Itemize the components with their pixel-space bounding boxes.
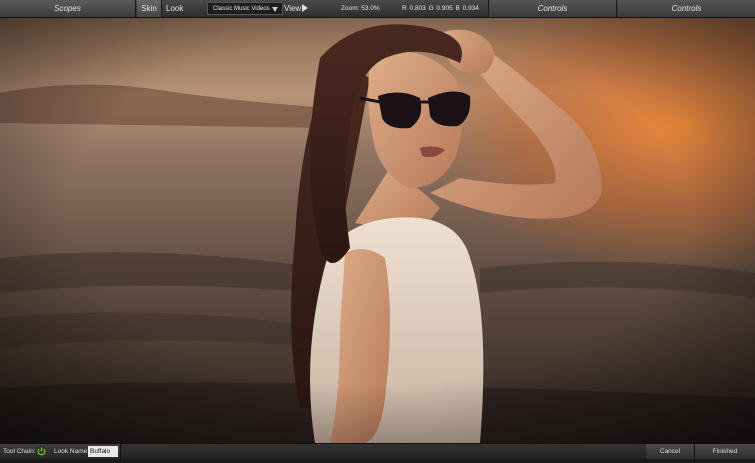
cancel-button[interactable]: Cancel: [646, 444, 695, 459]
look-name-input[interactable]: Buffalo: [88, 446, 118, 457]
zoom-readout: Zoom: 53.0%: [341, 5, 380, 12]
scopes-tab[interactable]: Scopes: [0, 0, 136, 17]
dropdown-arrow-icon: [272, 7, 278, 12]
look-name-label: Look Name:: [54, 448, 90, 455]
bottom-toolbar: Tool Chain: Look Name: Buffalo Cancel Fi…: [0, 443, 755, 459]
tool-chain-label: Tool Chain:: [3, 448, 36, 455]
image-viewer[interactable]: [0, 18, 755, 443]
play-icon: [302, 4, 308, 12]
controls-tab-right[interactable]: Controls: [618, 0, 755, 17]
view-play-button[interactable]: [299, 0, 311, 17]
top-toolbar: Scopes Skin Look Theater Classic Music V…: [0, 0, 755, 30]
look-theater-dropdown[interactable]: Classic Music Videos: [207, 2, 283, 15]
rgb-readout: R 0.803 G 0.905 B 0.934: [402, 5, 479, 12]
look-theater-label: Look Theater: [166, 4, 194, 30]
controls-tab-left[interactable]: Controls: [488, 0, 617, 17]
look-theater-selected: Classic Music Videos: [213, 6, 270, 12]
bottom-toolbar-spacer: [120, 444, 647, 459]
power-icon[interactable]: [36, 446, 47, 457]
skin-button[interactable]: Skin: [137, 0, 162, 17]
portrait-photo: [0, 18, 755, 443]
finished-button[interactable]: Finished: [695, 444, 755, 459]
